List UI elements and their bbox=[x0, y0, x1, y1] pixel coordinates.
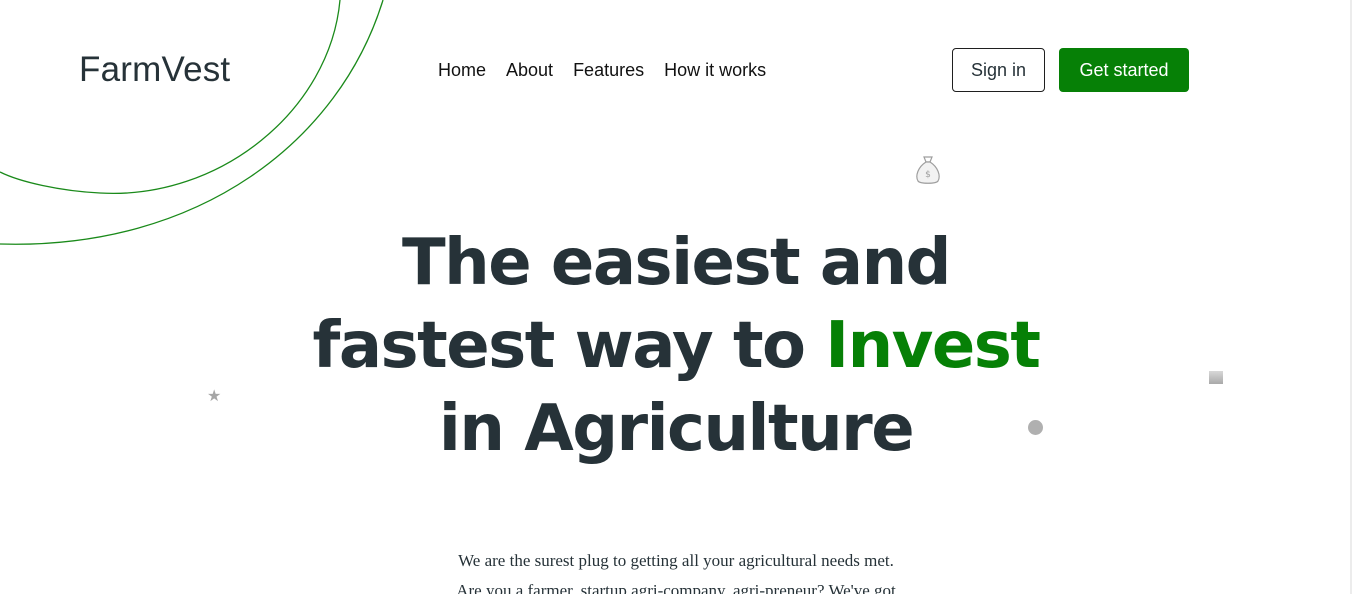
decorative-arcs bbox=[0, 0, 384, 245]
decorative-arc-inner bbox=[0, 0, 341, 194]
hero-line-3: in Agriculture bbox=[438, 392, 915, 466]
nav-link-about[interactable]: About bbox=[506, 58, 553, 82]
intro-paragraph: We are the surest plug to getting all yo… bbox=[0, 546, 1352, 594]
nav-link-how-it-works[interactable]: How it works bbox=[664, 58, 766, 82]
hero-heading: The easiest and fastest way to Invest in… bbox=[0, 222, 1352, 471]
hero-line-2: fastest way to Invest bbox=[0, 305, 1352, 388]
nav-link-home[interactable]: Home bbox=[438, 58, 486, 82]
nav-link-features[interactable]: Features bbox=[573, 58, 644, 82]
hero-line-2-prefix: fastest way to bbox=[312, 309, 826, 383]
hero-line-1: The easiest and bbox=[402, 226, 951, 300]
decorative-arc-outer bbox=[0, 0, 384, 245]
landing-page: FarmVest Home About Features How it work… bbox=[0, 0, 1352, 594]
intro-line-1: We are the surest plug to getting all yo… bbox=[458, 551, 894, 570]
intro-line-2: Are you a farmer, startup agri-company, … bbox=[456, 581, 896, 594]
hero-accent-word: Invest bbox=[825, 309, 1041, 383]
sign-in-button[interactable]: Sign in bbox=[952, 48, 1045, 92]
main-nav: Home About Features How it works bbox=[438, 58, 766, 82]
get-started-button[interactable]: Get started bbox=[1059, 48, 1189, 92]
money-bag-icon: $ bbox=[916, 156, 940, 184]
svg-text:$: $ bbox=[925, 170, 931, 180]
brand-logo[interactable]: FarmVest bbox=[79, 48, 230, 92]
